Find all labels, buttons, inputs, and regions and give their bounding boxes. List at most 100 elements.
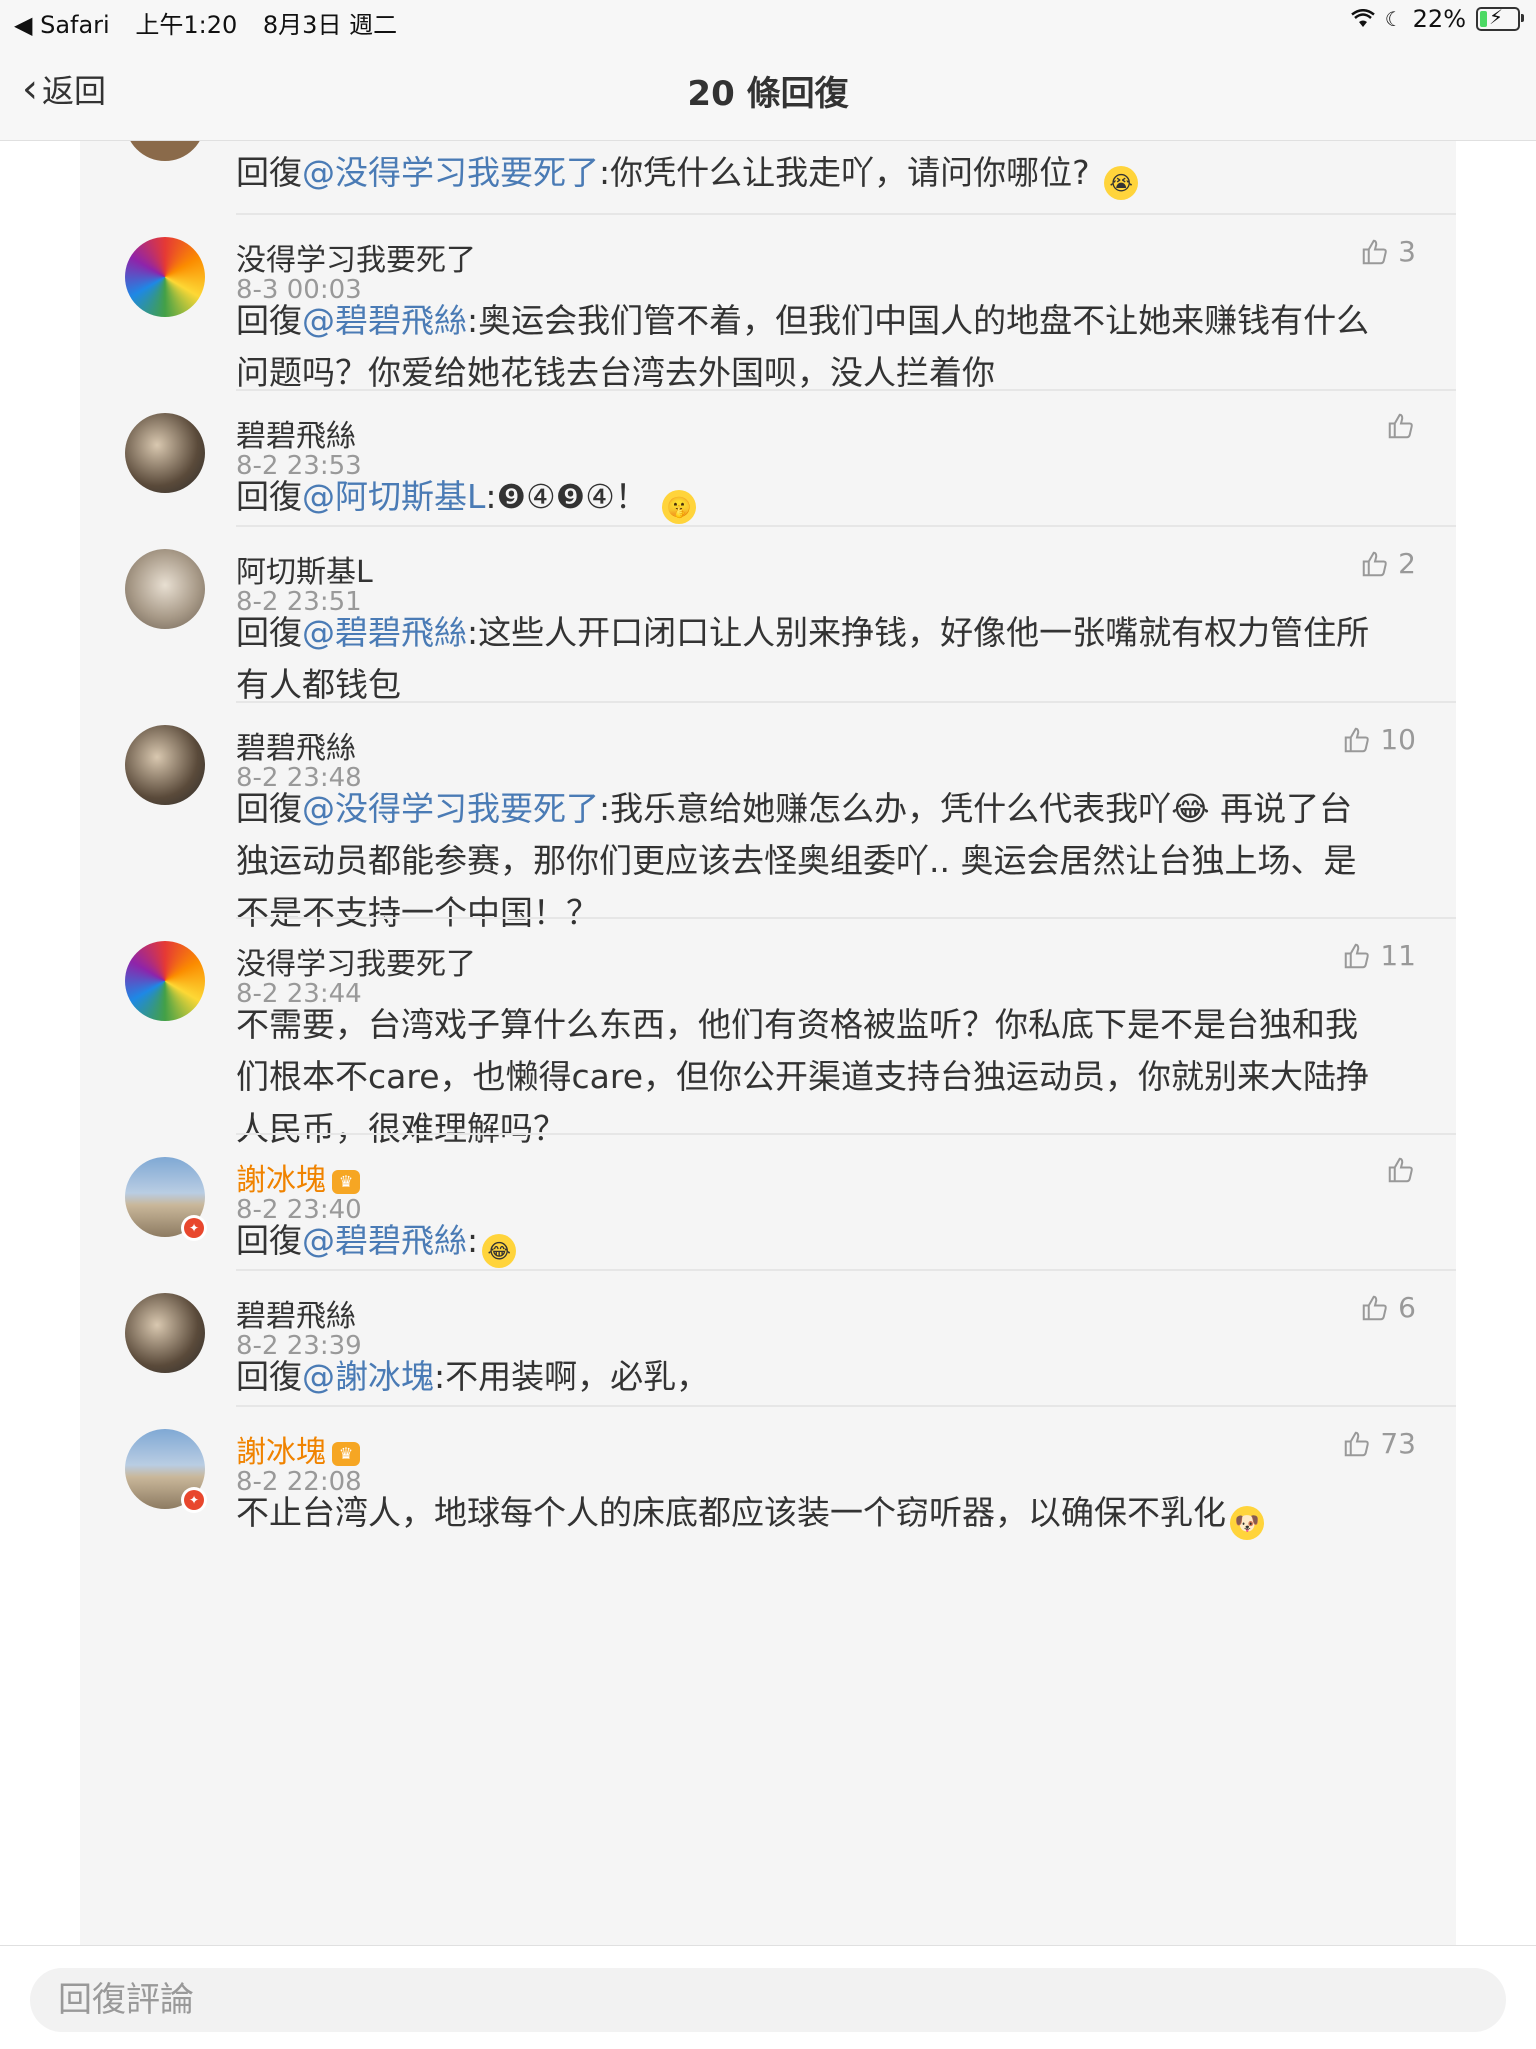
thumbs-up-icon xyxy=(1345,943,1370,968)
crying-emoji-icon: 😭 xyxy=(1104,166,1139,200)
comment-body: 不止台湾人，地球每个人的床底都应该装一个窃听器，以确保不乳化 🐶 xyxy=(236,1487,1376,1540)
username-text: 謝冰塊 xyxy=(236,1163,326,1198)
comment-list[interactable]: 回復@没得学习我要死了:你凭什么让我走吖，请问你哪位? 😭 没得学习我要死了 8… xyxy=(80,141,1456,1945)
mention-link[interactable]: @阿切斯基L xyxy=(302,477,485,516)
reply-prefix: 回復 xyxy=(236,1221,302,1260)
vip-crown-icon: ♛ xyxy=(332,1169,360,1194)
comment-item: 没得学习我要死了 8-3 00:03 3 回復@碧碧飛絲:奥运会我们管不着，但我… xyxy=(80,215,1456,392)
avatar[interactable] xyxy=(125,725,205,805)
avatar[interactable] xyxy=(125,237,205,317)
like-button[interactable] xyxy=(1386,1155,1416,1185)
comment-body: 回復@没得学习我要死了:你凭什么让我走吖，请问你哪位? 😭 xyxy=(236,147,1376,200)
thumbs-up-icon xyxy=(1362,1295,1387,1320)
mention-link[interactable]: @謝冰塊 xyxy=(302,1357,434,1396)
username[interactable]: 碧碧飛絲 xyxy=(236,723,356,767)
like-button[interactable]: 10 xyxy=(1342,723,1416,756)
comment-body: 回復@阿切斯基L:❾④❾④！ 🤫 xyxy=(236,471,1376,524)
reply-prefix: 回復 xyxy=(236,477,302,516)
like-button[interactable]: 6 xyxy=(1360,1291,1416,1324)
page-title: 20 條回復 xyxy=(687,74,849,114)
comment-text: 不需要，台湾戏子算什么东西，他们有资格被监听？你私底下是不是台独和我们根本不ca… xyxy=(236,1005,1370,1148)
battery-level xyxy=(1480,11,1488,27)
like-button[interactable]: 11 xyxy=(1342,939,1416,972)
laughing-emoji-icon: 😂 xyxy=(482,1234,517,1268)
comment-item: 阿切斯基L 8-2 23:51 2 回復@碧碧飛絲:这些人开口闭口让人别来挣钱，… xyxy=(80,527,1456,704)
comment-text: 不止台湾人，地球每个人的床底都应该装一个窃听器，以确保不乳化 xyxy=(236,1493,1226,1532)
username[interactable]: 没得学习我要死了 xyxy=(236,235,476,279)
comment-text: :你凭什么让我走吖，请问你哪位? xyxy=(599,153,1090,192)
back-to-app-link[interactable]: ◀ Safari xyxy=(14,11,110,39)
thumbs-up-icon xyxy=(1388,413,1413,439)
comment-body: 不需要，台湾戏子算什么东西，他们有资格被监听？你私底下是不是台独和我们根本不ca… xyxy=(236,999,1376,1155)
like-button[interactable] xyxy=(1386,411,1416,441)
avatar[interactable] xyxy=(125,141,205,161)
thumbs-up-icon xyxy=(1345,727,1370,752)
avatar[interactable] xyxy=(125,413,205,493)
mention-link[interactable]: @没得学习我要死了 xyxy=(302,153,599,192)
username[interactable]: 碧碧飛絲 xyxy=(236,411,356,455)
username[interactable]: 阿切斯基L xyxy=(236,547,373,591)
mention-link[interactable]: @碧碧飛絲 xyxy=(302,1221,467,1260)
comment-text: :❾④❾④！ xyxy=(485,477,648,516)
vip-crown-icon: ♛ xyxy=(332,1441,360,1466)
like-count: 10 xyxy=(1380,723,1416,756)
charging-icon: ⚡ xyxy=(1489,5,1504,29)
comment-item: 回復@没得学习我要死了:你凭什么让我走吖，请问你哪位? 😭 xyxy=(80,141,1456,215)
verified-badge-icon: ✦ xyxy=(181,1487,207,1513)
comment-item: ✦ 謝冰塊 ♛ 8-2 23:40 回復@碧碧飛絲: 😂 xyxy=(80,1135,1456,1271)
thumbs-up-icon xyxy=(1362,239,1387,264)
verified-badge-icon: ✦ xyxy=(181,1215,207,1241)
moon-icon: ☾ xyxy=(1384,7,1403,31)
status-left: ◀ Safari 上午1:20 8月3日 週二 xyxy=(14,5,415,40)
like-count: 2 xyxy=(1398,547,1416,580)
like-count: 11 xyxy=(1380,939,1416,972)
mention-link[interactable]: @碧碧飛絲 xyxy=(302,301,467,340)
battery-percent: 22% xyxy=(1412,5,1466,33)
username[interactable]: 碧碧飛絲 xyxy=(236,1291,356,1335)
comment-body: 回復@碧碧飛絲:奥运会我们管不着，但我们中国人的地盘不让她来赚钱有什么问题吗？你… xyxy=(236,295,1376,399)
comment-text: :不用装啊，必乳， xyxy=(434,1357,710,1396)
wifi-icon xyxy=(1350,9,1375,27)
avatar[interactable] xyxy=(125,549,205,629)
comment-item: 碧碧飛絲 8-2 23:53 回復@阿切斯基L:❾④❾④！ 🤫 xyxy=(80,391,1456,527)
comment-item: 碧碧飛絲 8-2 23:39 6 回復@謝冰塊:不用装啊，必乳， xyxy=(80,1271,1456,1407)
status-date: 8月3日 週二 xyxy=(262,11,398,39)
username[interactable]: 没得学习我要死了 xyxy=(236,939,476,983)
reply-prefix: 回復 xyxy=(236,301,302,340)
reply-prefix: 回復 xyxy=(236,1357,302,1396)
mention-link[interactable]: @碧碧飛絲 xyxy=(302,613,467,652)
comment-body: 回復@碧碧飛絲: 😂 xyxy=(236,1215,1376,1268)
username[interactable]: 謝冰塊 ♛ xyxy=(236,1427,360,1471)
avatar[interactable] xyxy=(125,1293,205,1373)
reply-prefix: 回復 xyxy=(236,789,302,828)
like-count: 3 xyxy=(1398,235,1416,268)
comment-body: 回復@謝冰塊:不用装啊，必乳， xyxy=(236,1351,1376,1403)
like-button[interactable]: 3 xyxy=(1360,235,1416,268)
mention-link[interactable]: @没得学习我要死了 xyxy=(302,789,599,828)
comment-item: 没得学习我要死了 8-2 23:44 11 不需要，台湾戏子算什么东西，他们有资… xyxy=(80,919,1456,1148)
reply-prefix: 回復 xyxy=(236,153,302,192)
reply-bar xyxy=(0,1945,1536,2049)
nav-bar: ‹ 返回 20 條回復 xyxy=(0,40,1536,141)
comment-text: : xyxy=(467,1221,479,1260)
avatar[interactable] xyxy=(125,941,205,1021)
username[interactable]: 謝冰塊 ♛ xyxy=(236,1155,360,1199)
battery-icon: ⚡ xyxy=(1476,5,1524,31)
comment-item: ✦ 謝冰塊 ♛ 8-2 22:08 73 不止台湾人，地球每个人的床底都应该装一个… xyxy=(80,1407,1456,1567)
thumbs-up-icon xyxy=(1388,1157,1413,1183)
username-text: 謝冰塊 xyxy=(236,1435,326,1470)
thumbs-up-icon xyxy=(1362,551,1387,576)
status-right: ☾ 22% ⚡ xyxy=(1350,5,1524,33)
status-bar: ◀ Safari 上午1:20 8月3日 週二 ☾ 22% ⚡ xyxy=(0,0,1536,40)
doge-emoji-icon: 🐶 xyxy=(1230,1506,1264,1540)
like-button[interactable]: 73 xyxy=(1342,1427,1416,1460)
like-count: 6 xyxy=(1398,1291,1416,1324)
comment-item: 碧碧飛絲 8-2 23:48 10 回復@没得学习我要死了:我乐意给她赚怎么办，… xyxy=(80,703,1456,932)
like-button[interactable]: 2 xyxy=(1360,547,1416,580)
like-count: 73 xyxy=(1380,1427,1416,1460)
status-time: 上午1:20 xyxy=(135,11,238,39)
comment-body: 回復@没得学习我要死了:我乐意给她赚怎么办，凭什么代表我吖😂 再说了台独运动员都… xyxy=(236,783,1376,939)
reply-input[interactable] xyxy=(30,1968,1506,2032)
thumbs-up-icon xyxy=(1345,1431,1370,1456)
comment-body: 回復@碧碧飛絲:这些人开口闭口让人别来挣钱，好像他一张嘴就有权力管住所有人都钱包 xyxy=(236,607,1376,711)
